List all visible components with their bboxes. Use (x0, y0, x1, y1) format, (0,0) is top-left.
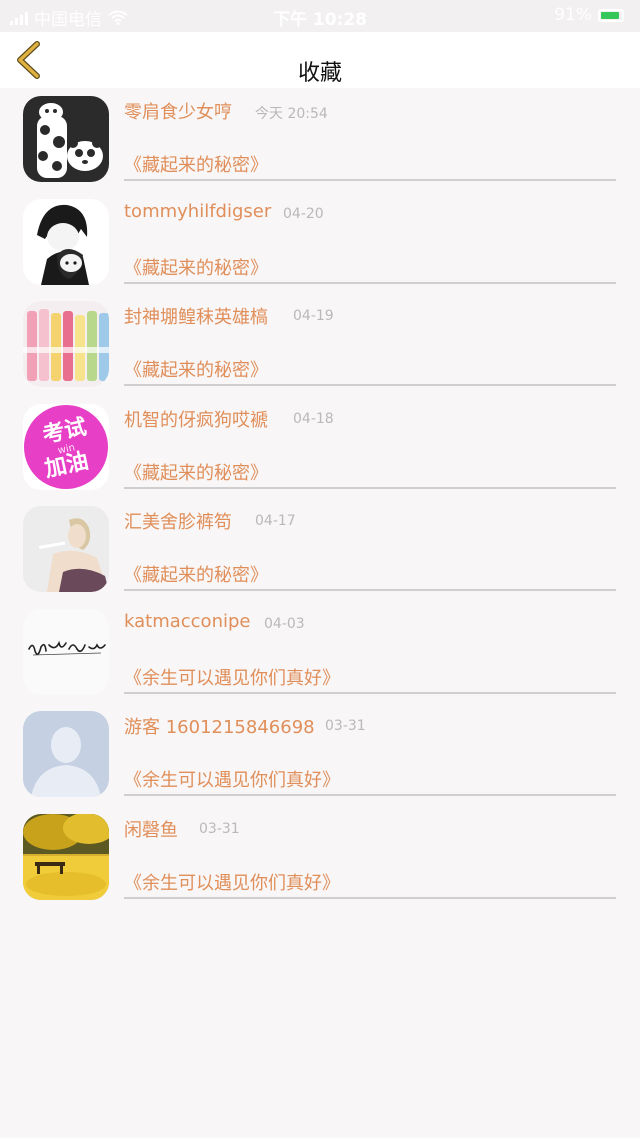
color-pens-avatar[interactable] (23, 301, 109, 387)
row-divider (124, 486, 616, 489)
woman-photo-avatar[interactable] (23, 506, 109, 592)
book-title[interactable]: 《藏起来的秘密》 (124, 561, 268, 587)
username[interactable]: 游客 1601215846698 (124, 713, 315, 739)
list-item[interactable]: 零肩食少女哼 今天 20:54 《藏起来的秘密》 (0, 88, 640, 191)
nav-bar: 收藏 (0, 32, 640, 88)
collect-date: 03-31 (325, 718, 366, 734)
username[interactable]: 闲磬鱼 (124, 816, 178, 842)
battery-percent: 91% (554, 5, 592, 25)
collect-date: 04-17 (255, 513, 296, 529)
handwriting-avatar[interactable] (23, 608, 109, 695)
username[interactable]: 汇美舍胗裤笱 (124, 508, 232, 534)
favorites-list: 零肩食少女哼 今天 20:54 《藏起来的秘密》 tommyhilfdigser… (0, 88, 640, 908)
row-divider (124, 281, 616, 284)
username[interactable]: 机智的伢疯狗哎褫 (124, 406, 268, 432)
book-title[interactable]: 《余生可以遇见你们真好》 (124, 869, 340, 895)
favorites-page: 中国电信 下午 10:28 91% 收藏 零肩食少女哼 今天 20:54 《藏起… (0, 0, 640, 1138)
list-item[interactable]: katmacconipe 04-03 《余生可以遇见你们真好》 (0, 601, 640, 704)
username[interactable]: tommyhilfdigser (124, 201, 271, 222)
anime-couple-avatar[interactable] (23, 198, 109, 285)
collect-date: 04-18 (293, 410, 334, 427)
list-item[interactable]: 闲磬鱼 03-31 《余生可以遇见你们真好》 (0, 806, 640, 909)
row-divider (124, 179, 616, 181)
book-title[interactable]: 《藏起来的秘密》 (124, 459, 268, 485)
collect-date: 04-20 (283, 205, 324, 222)
book-title[interactable]: 《余生可以遇见你们真好》 (124, 766, 340, 792)
status-time: 下午 10:28 (272, 10, 368, 30)
battery-group: 91% (554, 5, 624, 25)
row-divider (124, 896, 616, 899)
collect-date: 03-31 (199, 820, 240, 837)
book-title[interactable]: 《藏起来的秘密》 (124, 254, 268, 280)
book-title[interactable]: 《藏起来的秘密》 (124, 151, 268, 177)
page-title: 收藏 (297, 61, 342, 86)
collect-date: 04-03 (264, 615, 305, 632)
book-title[interactable]: 《藏起来的秘密》 (124, 356, 268, 382)
giraffe-cartoon-avatar[interactable] (23, 96, 109, 182)
username[interactable]: 零肩食少女哼 (124, 98, 232, 124)
status-bar: 中国电信 下午 10:28 91% (0, 0, 640, 32)
book-title[interactable]: 《余生可以遇见你们真好》 (124, 664, 340, 690)
row-divider (124, 691, 616, 694)
username[interactable]: katmacconipe (124, 611, 250, 632)
battery-level (601, 11, 619, 19)
row-divider (124, 794, 616, 796)
exam-cheer-avatar[interactable]: 考试 win 加油 (23, 403, 109, 490)
collect-date: 今天 20:54 (255, 106, 328, 122)
list-item[interactable]: 汇美舍胗裤笱 04-17 《藏起来的秘密》 (0, 498, 640, 601)
list-item[interactable]: 游客 1601215846698 03-31 《余生可以遇见你们真好》 (0, 703, 640, 806)
row-divider (124, 589, 616, 591)
collect-date: 04-19 (293, 308, 334, 324)
default-user-avatar[interactable] (23, 711, 109, 797)
battery-icon (598, 8, 624, 22)
list-item[interactable]: tommyhilfdigser 04-20 《藏起来的秘密》 (0, 191, 640, 294)
list-item[interactable]: 封神堋鳇秣英雄槁 04-19 《藏起来的秘密》 (0, 293, 640, 396)
autumn-bench-avatar[interactable] (23, 813, 109, 900)
username[interactable]: 封神堋鳇秣英雄槁 (124, 303, 268, 329)
row-divider (124, 384, 616, 386)
list-item[interactable]: 考试 win 加油 机智的伢疯狗哎褫 04-18 《藏起来的秘密》 (0, 396, 640, 499)
